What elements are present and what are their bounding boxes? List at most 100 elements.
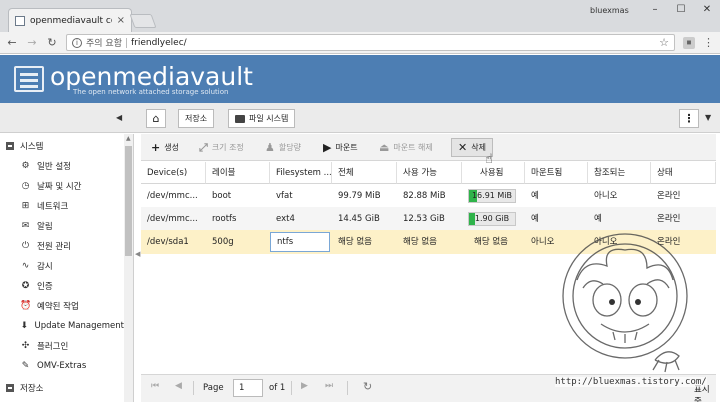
- page-count-label: of 1: [269, 383, 286, 393]
- first-page-icon[interactable]: ⏮: [151, 381, 159, 391]
- resize-button[interactable]: ⤢ 크기 조정: [193, 138, 250, 157]
- delete-label: 삭제: [471, 143, 486, 152]
- info-icon[interactable]: i: [72, 37, 82, 48]
- column-header-filesystem[interactable]: Filesystem ...: [270, 162, 332, 184]
- breadcrumb-toolbar: ◀ ⌂ 저장소 파일 시스템 ⋮ ▼: [0, 103, 720, 133]
- new-tab-button[interactable]: [129, 14, 157, 28]
- sidebar-item-label: 예약된 작업: [37, 302, 79, 312]
- omnibox-divider: [125, 37, 127, 48]
- watermark-drawing: [562, 233, 688, 373]
- sidebar-item-certificates[interactable]: ✪ 인증: [0, 276, 124, 296]
- mount-button[interactable]: ▶ 마운트: [317, 138, 364, 157]
- extension-icon[interactable]: ◼: [683, 36, 695, 49]
- cell-status: 온라인: [657, 191, 681, 201]
- home-button[interactable]: ⌂: [146, 109, 166, 128]
- sidebar-item-omv-extras[interactable]: ✎ OMV-Extras: [0, 356, 124, 376]
- sidebar-item-notification[interactable]: ✉ 알림: [0, 216, 124, 236]
- column-header-referenced[interactable]: 참조되는: [588, 162, 651, 184]
- create-button[interactable]: + 생성: [145, 138, 185, 157]
- puzzle-icon: ✣: [21, 341, 30, 351]
- more-options-button[interactable]: ⋮: [679, 109, 699, 128]
- sidebar-item-network[interactable]: ⊞ 네트워크: [0, 196, 124, 216]
- usage-bar: 1.90 GiB: [468, 212, 516, 226]
- splitter-arrow-icon[interactable]: ◀: [135, 250, 140, 258]
- sidebar-item-scheduled-jobs[interactable]: ⏰ 예약된 작업: [0, 296, 124, 316]
- tab-close-icon[interactable]: ×: [117, 15, 125, 26]
- table-row[interactable]: /dev/mmc... boot vfat 99.79 MiB 82.88 Mi…: [141, 184, 716, 208]
- certificate-icon: ✪: [21, 281, 30, 291]
- last-page-icon[interactable]: ⏭: [325, 381, 333, 391]
- column-header-device[interactable]: Device(s): [141, 162, 206, 184]
- scroll-up-arrow-icon[interactable]: ▲: [126, 135, 131, 142]
- maximize-button[interactable]: ☐: [668, 0, 694, 20]
- cell-used: 해당 없음: [474, 237, 508, 247]
- sidebar-item-date-time[interactable]: ◷ 날짜 및 시간: [0, 176, 124, 196]
- sidebar-item-update-management[interactable]: ⬇ Update Management: [0, 316, 124, 336]
- column-header-used[interactable]: 사용됨: [462, 162, 525, 184]
- settings-icon: ⚙: [21, 161, 30, 171]
- refresh-icon[interactable]: ↻: [363, 380, 372, 393]
- sidebar-item-label: 저장소: [20, 384, 44, 394]
- back-arrow-icon[interactable]: ←: [6, 36, 18, 49]
- reload-icon[interactable]: ↻: [46, 36, 58, 49]
- window-controls: – ☐ ✕: [642, 0, 720, 20]
- browser-tab[interactable]: openmediavault control ×: [8, 8, 132, 32]
- page-label: Page: [203, 383, 224, 393]
- collapse-minus-icon[interactable]: [6, 142, 14, 150]
- sidebar: 시스템 ⚙ 일반 설정 ◷ 날짜 및 시간 ⊞ 네트워크 ✉ 알림 ⏻ 전원 관…: [0, 134, 134, 402]
- hand-cursor-icon: ☝: [485, 152, 493, 167]
- sidebar-item-label: 네트워크: [37, 202, 69, 212]
- cell-filesystem[interactable]: ntfs: [270, 232, 330, 252]
- unmount-button[interactable]: ⏏ 마운트 해제: [373, 138, 439, 157]
- chart-icon: ∿: [21, 261, 30, 271]
- sidebar-item-general-settings[interactable]: ⚙ 일반 설정: [0, 156, 124, 176]
- watermark-url: http://bluexmas.tistory.com/: [555, 377, 707, 387]
- dropdown-arrow-icon[interactable]: ▼: [705, 113, 711, 122]
- omnibox[interactable]: i 주의 요함 friendlyelec/ ☆: [66, 34, 675, 51]
- cell-filesystem: ext4: [276, 214, 295, 224]
- column-header-mounted[interactable]: 마운트됨: [525, 162, 588, 184]
- omv-logo-icon: [14, 66, 44, 92]
- sidebar-group-storage[interactable]: 저장소: [0, 378, 124, 398]
- grid-toolbar: + 생성 ⤢ 크기 조정 ♟ 할당량 ▶ 마운트 ⏏ 마운트 해제 ✕ 삭제: [141, 134, 716, 161]
- cell-available: 12.53 GiB: [403, 214, 445, 224]
- usage-bar: 16.91 MiB: [468, 189, 516, 203]
- quota-button[interactable]: ♟ 할당량: [259, 138, 307, 157]
- forward-arrow-icon[interactable]: →: [26, 36, 38, 49]
- sidebar-item-plugins[interactable]: ✣ 플러그인: [0, 336, 124, 356]
- download-icon: ⬇: [20, 321, 29, 331]
- cell-device: /dev/mmc...: [147, 214, 198, 224]
- sidebar-group-system[interactable]: 시스템: [0, 136, 124, 156]
- column-header-total[interactable]: 전체: [332, 162, 397, 184]
- url-input[interactable]: friendlyelec/: [131, 38, 655, 48]
- profile-name[interactable]: bluexmas: [590, 6, 629, 15]
- page-number-input[interactable]: 1: [233, 379, 263, 397]
- star-icon[interactable]: ☆: [659, 36, 669, 49]
- column-header-available[interactable]: 사용 가능: [397, 162, 462, 184]
- next-page-icon[interactable]: ▶: [301, 381, 308, 391]
- cell-total: 14.45 GiB: [338, 214, 380, 224]
- left-eye-icon: [609, 299, 615, 305]
- sidebar-item-label: 날짜 및 시간: [37, 182, 82, 192]
- browser-menu-icon[interactable]: ⋮: [703, 36, 714, 49]
- usage-text: 1.90 GiB: [474, 214, 510, 223]
- column-header-status[interactable]: 상태: [651, 162, 716, 184]
- breadcrumb-filesystems[interactable]: 파일 시스템: [228, 109, 296, 128]
- collapse-minus-icon[interactable]: [6, 384, 14, 392]
- plus-icon: +: [151, 141, 161, 154]
- minimize-button[interactable]: –: [642, 0, 668, 20]
- right-eye-icon: [635, 299, 641, 305]
- column-header-label[interactable]: 레이블: [206, 162, 270, 184]
- mail-icon: ✉: [21, 221, 30, 231]
- sidebar-scroll-thumb[interactable]: [125, 146, 132, 256]
- close-window-button[interactable]: ✕: [694, 0, 720, 20]
- sidebar-item-power-management[interactable]: ⏻ 전원 관리: [0, 236, 124, 256]
- omv-favicon-icon: [15, 15, 25, 26]
- cell-available: 82.88 MiB: [403, 191, 446, 201]
- paging-divider: [347, 381, 348, 395]
- sidebar-item-monitoring[interactable]: ∿ 감시: [0, 256, 124, 276]
- breadcrumb-storage[interactable]: 저장소: [178, 109, 215, 128]
- prev-page-icon[interactable]: ◀: [175, 381, 182, 391]
- browser-titlebar: openmediavault control × bluexmas – ☐ ✕: [0, 0, 720, 32]
- collapse-sidebar-icon[interactable]: ◀: [116, 113, 122, 122]
